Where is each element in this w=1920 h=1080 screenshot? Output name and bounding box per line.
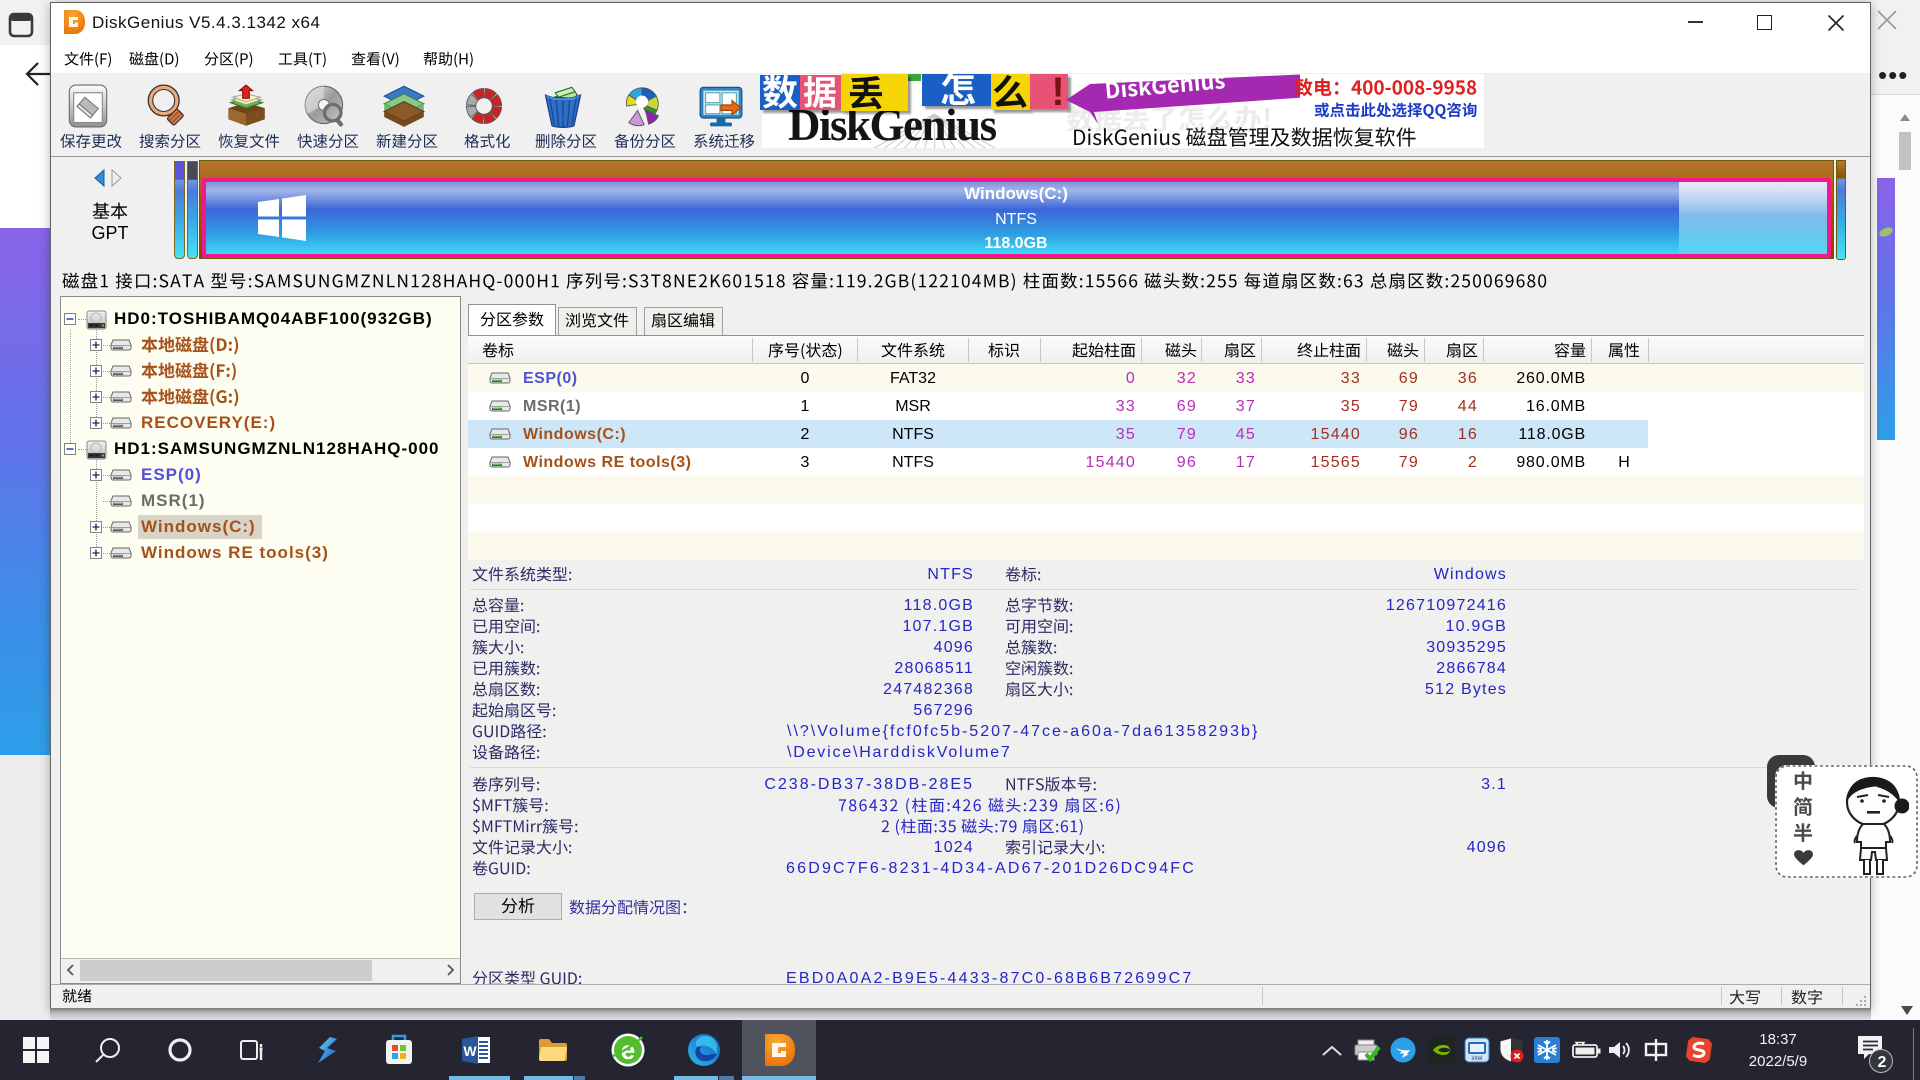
svg-text:W: W [463,1043,477,1059]
svg-text:intel: intel [1471,1056,1482,1062]
